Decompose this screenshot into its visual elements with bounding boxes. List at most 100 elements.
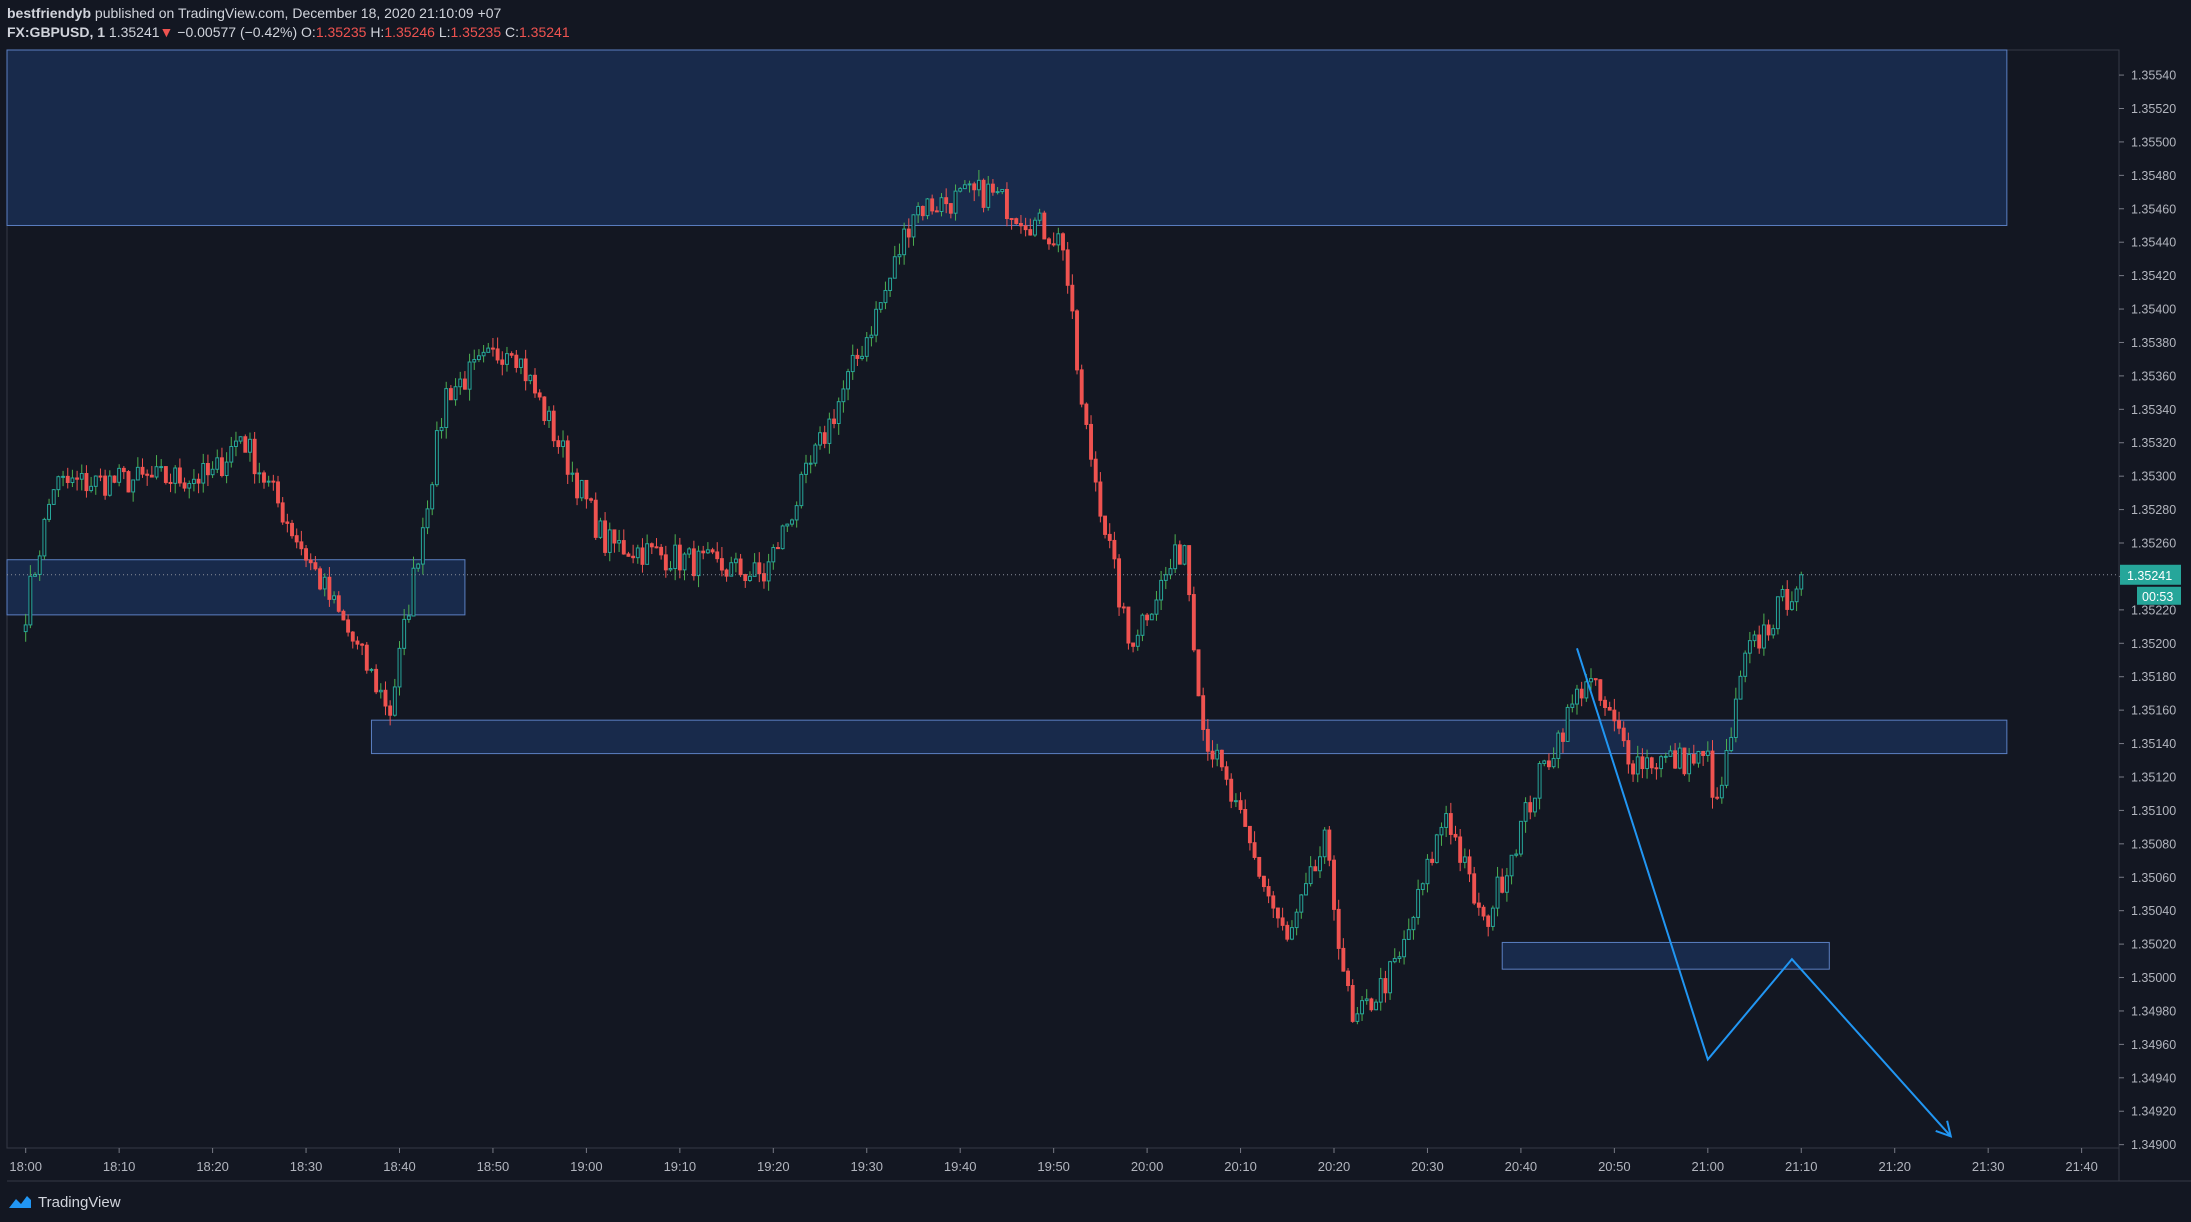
candlestick-chart[interactable]: 1.35540 1.35520 1.35500 1.35480 1.35460 1.354… [0, 0, 2191, 1222]
candle-body [1145, 614, 1150, 621]
candle-body [490, 347, 495, 350]
candle-body [1047, 238, 1051, 245]
candle-body [1322, 829, 1327, 858]
candle-body [519, 358, 523, 368]
time-tick-label: 19:20 [757, 1159, 790, 1174]
zone-rectangle[interactable] [1501, 941, 1830, 970]
candle-body [649, 543, 654, 548]
candle-body [107, 475, 112, 496]
candle-body [509, 353, 514, 356]
tradingview-logo[interactable]: TradingView [6, 1190, 121, 1214]
candle-body [766, 561, 771, 582]
time-tick-label: 18:10 [103, 1159, 136, 1174]
candle-body [1219, 749, 1224, 768]
candle-body [1397, 956, 1402, 959]
candle-body [327, 576, 332, 600]
time-tick-label: 18:50 [477, 1159, 510, 1174]
candle-body [1327, 829, 1332, 861]
candle-body [173, 467, 178, 484]
candle-body [448, 388, 453, 401]
time-tick-label: 21:20 [1878, 1159, 1911, 1174]
candle-body [476, 355, 481, 361]
candle-body [1247, 825, 1252, 844]
candle-body [603, 520, 608, 553]
price-tick-label: 1.35260 [2131, 537, 2176, 551]
price-tick-label: 1.34900 [2131, 1138, 2176, 1152]
candle-body [453, 386, 458, 401]
candle-body [1383, 978, 1388, 994]
candle-body [182, 482, 187, 489]
candle-body [37, 555, 42, 575]
candle-body [794, 505, 799, 521]
candle-body [84, 473, 89, 492]
candle-body [673, 544, 678, 569]
candle-body [561, 440, 565, 448]
candle-body [149, 474, 154, 478]
zone-rectangle[interactable] [6, 559, 466, 616]
candle-body [1673, 750, 1678, 769]
candle-body [322, 576, 327, 590]
candle-body [906, 228, 911, 238]
candle-body [677, 544, 682, 571]
candle-body [902, 228, 907, 256]
last-price-tag-label: 1.35241 [2127, 569, 2172, 583]
candle-body [990, 183, 995, 193]
time-tick-label: 21:00 [1692, 1159, 1725, 1174]
candle-body [355, 640, 360, 645]
candle-body [1009, 218, 1014, 221]
candle-body [972, 183, 977, 191]
time-tick-label: 18:20 [196, 1159, 229, 1174]
candle-body [1612, 709, 1617, 722]
candle-body [869, 334, 874, 339]
candle-body [1565, 706, 1570, 742]
candle-body [205, 463, 210, 476]
candle-body [467, 361, 472, 390]
candle-body [1112, 539, 1117, 560]
candle-body [458, 378, 463, 388]
candle-body [542, 396, 547, 422]
candle-body [1355, 1013, 1360, 1022]
candle-body [248, 438, 252, 453]
candle-body [1593, 678, 1598, 681]
candle-body [948, 203, 953, 214]
price-tick-label: 1.35020 [2131, 938, 2176, 952]
zone-rectangle[interactable] [370, 719, 2008, 755]
candle-body [579, 479, 584, 499]
time-axis[interactable]: 18:00 18:10 18:20 18:30 18:40 18:50 19:00 19:10… [9, 1148, 2098, 1174]
candle-body [1313, 866, 1318, 872]
candle-body [1294, 911, 1299, 929]
price-tick-label: 1.35180 [2131, 670, 2176, 684]
candle-body [444, 388, 449, 428]
price-axis[interactable]: 1.35540 1.35520 1.35500 1.35480 1.35460 1.354… [2119, 69, 2181, 1153]
candle-body [121, 467, 126, 473]
candle-body [1654, 767, 1659, 770]
candle-body [439, 426, 444, 432]
candle-body [1229, 778, 1234, 802]
candle-body [1528, 802, 1533, 813]
time-tick-label: 21:10 [1785, 1159, 1818, 1174]
candle-body [1761, 624, 1766, 649]
price-tick-label: 1.35160 [2131, 704, 2176, 718]
candle-body [392, 686, 397, 716]
candle-body [1224, 766, 1229, 780]
candle-body [481, 351, 486, 357]
candle-body [135, 466, 140, 481]
candle-body [1369, 998, 1374, 1011]
time-tick-label: 19:10 [664, 1159, 697, 1174]
candle-body [191, 478, 196, 484]
candle-body [864, 337, 869, 357]
price-tick-label: 1.35080 [2131, 837, 2176, 851]
candle-body [981, 179, 986, 208]
candle-body [631, 555, 636, 559]
price-tick-label: 1.35440 [2131, 236, 2176, 250]
candle-body [219, 457, 224, 477]
candle-body [1075, 310, 1079, 371]
candle-body [89, 485, 94, 492]
time-tick-label: 20:10 [1224, 1159, 1257, 1174]
candle-body [1402, 938, 1407, 958]
candle-body [953, 190, 958, 214]
candle-body [1173, 544, 1178, 570]
price-tick-label: 1.35540 [2131, 69, 2176, 83]
candle-body [1299, 894, 1304, 913]
candle-body [1420, 883, 1425, 890]
